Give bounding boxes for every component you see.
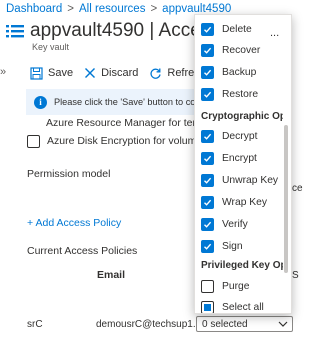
info-text: Please click the 'Save' button to commi bbox=[54, 97, 202, 107]
discard-icon bbox=[85, 68, 96, 78]
checkmark-icon bbox=[204, 91, 212, 98]
checkmark-icon bbox=[204, 47, 212, 54]
permission-model-option-fragment: ce bbox=[292, 183, 303, 194]
discard-button[interactable]: Discard bbox=[84, 67, 138, 79]
encrypt-checkbox[interactable] bbox=[201, 151, 214, 165]
backup-checkbox[interactable] bbox=[201, 65, 214, 79]
checkmark-icon bbox=[204, 199, 212, 206]
toolbar: Save Discard Refresh bbox=[30, 64, 217, 82]
breadcrumb-separator: > bbox=[67, 3, 74, 15]
permission-model-label: Permission model bbox=[27, 168, 111, 180]
checkmark-icon bbox=[204, 69, 212, 76]
dropdown-item-recover[interactable]: Recover bbox=[195, 39, 281, 61]
dropdown-item-encrypt[interactable]: Encrypt bbox=[195, 147, 281, 169]
dropdown-item-delete[interactable]: Delete bbox=[195, 18, 281, 40]
dropdown-item-label: Sign bbox=[222, 240, 243, 252]
dropdown-item-decrypt[interactable]: Decrypt bbox=[195, 125, 281, 147]
info-bar: i Please click the 'Save' button to comm… bbox=[26, 89, 202, 115]
decrypt-checkbox[interactable] bbox=[201, 129, 214, 143]
page-subtitle: Key vault bbox=[32, 42, 70, 52]
refresh-icon bbox=[150, 68, 162, 79]
privileged-key-operations-group: Privileged Key Op... bbox=[201, 260, 283, 271]
save-button[interactable]: Save bbox=[30, 66, 74, 80]
dropdown-item-verify[interactable]: Verify bbox=[195, 213, 281, 235]
select-all-checkbox[interactable] bbox=[201, 300, 214, 313]
checkmark-icon bbox=[204, 177, 212, 184]
breadcrumb-separator: > bbox=[150, 3, 158, 15]
dropdown-item-label: Restore bbox=[222, 88, 259, 100]
dropdown-item-select-all[interactable]: Select all bbox=[195, 296, 281, 313]
permissions-dropdown: ... Delete Recover Backup Restore Crypto… bbox=[194, 14, 292, 314]
checkmark-icon bbox=[204, 26, 212, 33]
email-column-header: Email bbox=[97, 269, 126, 281]
dropdown-item-label: Decrypt bbox=[222, 130, 258, 142]
sign-checkbox[interactable] bbox=[201, 239, 214, 253]
checkmark-icon bbox=[204, 155, 212, 162]
breadcrumb-all-resources[interactable]: All resources bbox=[79, 3, 145, 15]
dropdown-item-unwrap-key[interactable]: Unwrap Key bbox=[195, 169, 281, 191]
page-title: appvault4590 | Access bbox=[30, 20, 220, 41]
delete-checkbox[interactable] bbox=[201, 22, 214, 36]
dropdown-item-label: Verify bbox=[222, 218, 248, 230]
save-label: Save bbox=[48, 67, 74, 79]
breadcrumb-dashboard[interactable]: Dashboard bbox=[6, 3, 62, 15]
wrap-key-checkbox[interactable] bbox=[201, 195, 214, 209]
dropdown-item-label: Select all bbox=[222, 301, 264, 313]
dropdown-item-label: Wrap Key bbox=[222, 196, 268, 208]
dropdown-item-label: Backup bbox=[222, 66, 257, 78]
dropdown-item-label: Recover bbox=[222, 44, 261, 56]
info-icon: i bbox=[34, 95, 47, 109]
verify-checkbox[interactable] bbox=[201, 217, 214, 231]
checkmark-icon bbox=[204, 243, 212, 250]
purge-checkbox[interactable] bbox=[201, 279, 214, 293]
cryptographic-operations-group: Cryptographic Op... bbox=[201, 111, 283, 122]
dropdown-item-purge[interactable]: Purge bbox=[195, 275, 281, 297]
dropdown-item-restore[interactable]: Restore bbox=[195, 83, 281, 105]
recover-checkbox[interactable] bbox=[201, 43, 214, 57]
disk-encryption-checkbox[interactable] bbox=[27, 134, 40, 148]
key-vault-icon bbox=[6, 25, 24, 38]
right-column-header-fragment: S bbox=[292, 270, 299, 281]
unwrap-key-checkbox[interactable] bbox=[201, 173, 214, 187]
save-icon bbox=[30, 66, 43, 80]
current-access-policies-label: Current Access Policies bbox=[27, 245, 138, 257]
add-access-policy-link[interactable]: + Add Access Policy bbox=[27, 217, 121, 229]
permissions-select[interactable]: 0 selected bbox=[196, 316, 293, 332]
dropdown-item-label: Delete bbox=[222, 23, 252, 35]
dropdown-item-sign[interactable]: Sign bbox=[195, 235, 281, 257]
checkmark-icon bbox=[204, 133, 212, 140]
dropdown-item-backup[interactable]: Backup bbox=[195, 61, 281, 83]
dropdown-scrollbar[interactable] bbox=[284, 125, 288, 273]
policy-row-email: demousrC@techsup1... bbox=[96, 319, 202, 330]
dropdown-item-label: Encrypt bbox=[222, 152, 257, 164]
title-row: appvault4590 | Access bbox=[0, 18, 220, 44]
dropdown-item-wrap-key[interactable]: Wrap Key bbox=[195, 191, 281, 213]
permissions-select-value: 0 selected bbox=[202, 318, 248, 330]
policy-row-name: srC bbox=[27, 319, 43, 330]
chevron-down-icon bbox=[278, 321, 288, 327]
dropdown-item-label: Unwrap Key bbox=[222, 174, 279, 186]
dropdown-item-label: Purge bbox=[222, 280, 250, 292]
collapse-menu-icon[interactable]: » bbox=[0, 66, 6, 78]
checkmark-icon bbox=[204, 221, 212, 228]
discard-label: Discard bbox=[101, 67, 139, 79]
restore-checkbox[interactable] bbox=[201, 87, 214, 101]
